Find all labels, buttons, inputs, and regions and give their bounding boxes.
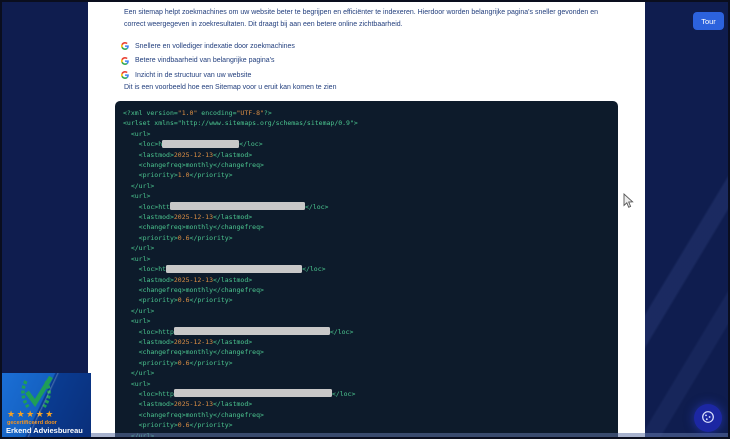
code-line: <loc>htt</loc> — [123, 202, 610, 212]
intro-paragraph: Een sitemap helpt zoekmachines om uw web… — [124, 7, 616, 30]
code-line: <url> — [123, 316, 610, 326]
code-line: <changefreq>monthly</changefreq> — [123, 160, 610, 170]
benefit-label: Inzicht in de structuur van uw website — [135, 72, 251, 79]
code-line: <changefreq>monthly</changefreq> — [123, 347, 610, 357]
code-line: <url> — [123, 254, 610, 264]
redacted-url — [162, 140, 239, 148]
code-line: <lastmod>2025-12-13</lastmod> — [123, 275, 610, 285]
google-g-icon — [121, 42, 129, 50]
mouse-cursor — [623, 193, 634, 214]
code-line: <url> — [123, 379, 610, 389]
window-bottom-edge — [2, 433, 730, 437]
benefits-list: Snellere en vollediger indexatie door zo… — [121, 39, 295, 83]
laurel-wreath-checkmark-icon — [16, 376, 56, 412]
benefit-item: Snellere en vollediger indexatie door zo… — [121, 39, 295, 54]
code-line: <priority>1.0</priority> — [123, 170, 610, 180]
five-star-rating: ★★★★★ — [7, 409, 55, 420]
example-caption: Dit is een voorbeeld hoe een Sitemap voo… — [124, 84, 336, 91]
code-line: <changefreq>monthly</changefreq> — [123, 222, 610, 232]
certification-badge[interactable]: ★★★★★ gecertificeerd door Erkend Adviesb… — [2, 373, 91, 439]
cookie-settings-button[interactable] — [694, 404, 722, 432]
code-line: <priority>0.6</priority> — [123, 233, 610, 243]
google-g-icon — [121, 71, 129, 79]
code-line: <priority>0.6</priority> — [123, 295, 610, 305]
code-line: <urlset xmlns="http://www.sitemaps.org/s… — [123, 118, 610, 128]
tour-button[interactable]: Tour — [693, 12, 724, 30]
code-line: <url> — [123, 191, 610, 201]
page: Een sitemap helpt zoekmachines om uw web… — [0, 0, 730, 439]
code-line: </url> — [123, 306, 610, 316]
code-line: </url> — [123, 243, 610, 253]
redacted-url — [170, 202, 305, 210]
code-line: <url> — [123, 129, 610, 139]
code-line: <loc>ht</loc> — [123, 264, 610, 274]
sitemap-code-lines: <?xml version="1.0" encoding="UTF-8"?><u… — [123, 108, 610, 439]
benefit-label: Betere vindbaarheid van belangrijke pagi… — [135, 57, 275, 64]
code-line: <changefreq>monthly</changefreq> — [123, 410, 610, 420]
cookie-icon — [701, 410, 715, 427]
code-line: <loc>h</loc> — [123, 139, 610, 149]
code-line: <lastmod>2025-12-13</lastmod> — [123, 399, 610, 409]
certifier-name: Erkend Adviesbureau — [6, 426, 83, 435]
code-line: <lastmod>2025-12-13</lastmod> — [123, 150, 610, 160]
certified-by-label: gecertificeerd door — [7, 420, 57, 426]
code-line: <lastmod>2025-12-13</lastmod> — [123, 212, 610, 222]
code-line: <loc>http</loc> — [123, 389, 610, 399]
code-line: </url> — [123, 368, 610, 378]
redacted-url — [174, 389, 332, 397]
google-g-icon — [121, 57, 129, 65]
benefit-label: Snellere en vollediger indexatie door zo… — [135, 43, 295, 50]
redacted-url — [174, 327, 330, 335]
redacted-url — [166, 265, 302, 273]
code-line: <loc>http</loc> — [123, 327, 610, 337]
code-line: <?xml version="1.0" encoding="UTF-8"?> — [123, 108, 610, 118]
code-line: </url> — [123, 181, 610, 191]
code-line: <priority>0.6</priority> — [123, 420, 610, 430]
sitemap-code-block: <?xml version="1.0" encoding="UTF-8"?><u… — [115, 101, 618, 439]
code-line: <lastmod>2025-12-13</lastmod> — [123, 337, 610, 347]
code-line: <priority>0.6</priority> — [123, 358, 610, 368]
benefit-item: Betere vindbaarheid van belangrijke pagi… — [121, 54, 295, 69]
benefit-item: Inzicht in de structuur van uw website — [121, 68, 295, 83]
code-line: <changefreq>monthly</changefreq> — [123, 285, 610, 295]
